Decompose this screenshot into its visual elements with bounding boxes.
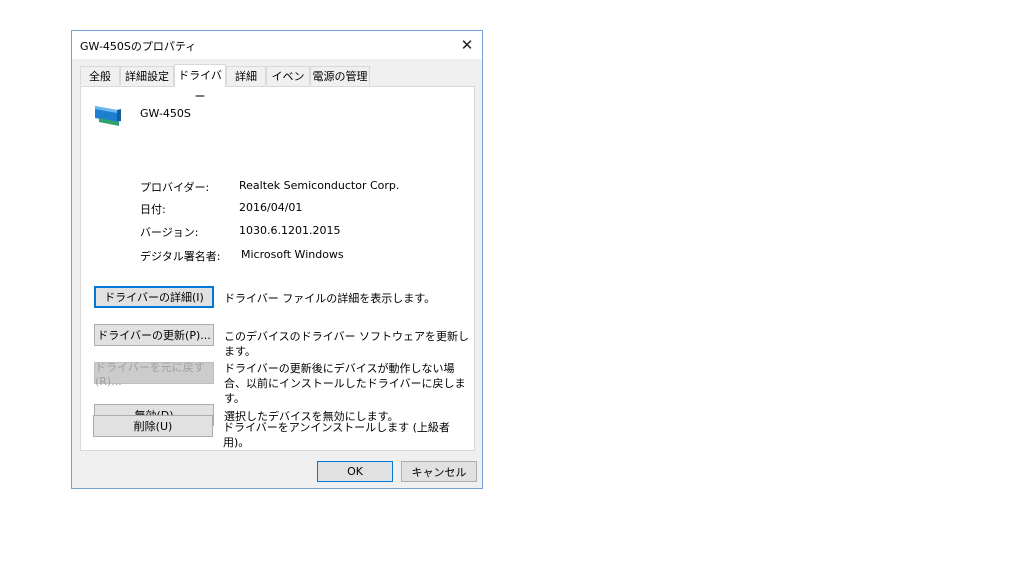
window-title: GW-450Sのプロパティ bbox=[80, 40, 197, 53]
tab-power-management[interactable]: 電源の管理 bbox=[310, 66, 370, 85]
version-label: バージョン: bbox=[140, 226, 199, 239]
provider-label: プロバイダー: bbox=[140, 181, 210, 194]
title-bar[interactable]: GW-450Sのプロパティ ✕ bbox=[72, 31, 482, 59]
tab-driver[interactable]: ドライバー bbox=[174, 64, 226, 103]
close-button[interactable]: ✕ bbox=[452, 31, 482, 59]
properties-dialog: GW-450Sのプロパティ ✕ 全般 詳細設定 ドライバー 詳細 イベント 電源… bbox=[71, 30, 483, 489]
driver-details-button[interactable]: ドライバーの詳細(I) bbox=[94, 286, 214, 308]
driver-tab-panel: GW-450S プロバイダー: Realtek Semiconductor Co… bbox=[80, 86, 475, 451]
tab-advanced[interactable]: 詳細設定 bbox=[120, 66, 174, 85]
ok-button[interactable]: OK bbox=[317, 461, 393, 482]
tab-general[interactable]: 全般 bbox=[80, 66, 120, 85]
roll-back-driver-description: ドライバーの更新後にデバイスが動作しない場合、以前にインストールしたドライバーに… bbox=[224, 362, 466, 405]
driver-details-description: ドライバー ファイルの詳細を表示します。 bbox=[224, 292, 436, 305]
close-icon: ✕ bbox=[460, 36, 474, 54]
digital-signer-label: デジタル署名者: bbox=[140, 250, 221, 263]
version-value: 1030.6.1201.2015 bbox=[239, 224, 341, 237]
provider-value: Realtek Semiconductor Corp. bbox=[239, 179, 400, 192]
device-name: GW-450S bbox=[140, 107, 191, 120]
cancel-button[interactable]: キャンセル bbox=[401, 461, 477, 482]
tab-details[interactable]: 詳細 bbox=[226, 66, 266, 85]
update-driver-description: このデバイスのドライバー ソフトウェアを更新します。 bbox=[224, 330, 469, 358]
uninstall-driver-description: ドライバーをアンインストールします (上級者用)。 bbox=[223, 421, 450, 449]
digital-signer-value: Microsoft Windows bbox=[241, 248, 344, 261]
network-adapter-icon bbox=[95, 106, 121, 126]
date-value: 2016/04/01 bbox=[239, 201, 303, 214]
date-label: 日付: bbox=[140, 203, 166, 216]
uninstall-driver-button[interactable]: 削除(U) bbox=[93, 415, 213, 437]
roll-back-driver-button: ドライバーを元に戻す(R)... bbox=[94, 361, 214, 388]
update-driver-button[interactable]: ドライバーの更新(P)... bbox=[94, 324, 214, 346]
tab-events[interactable]: イベント bbox=[266, 66, 310, 102]
